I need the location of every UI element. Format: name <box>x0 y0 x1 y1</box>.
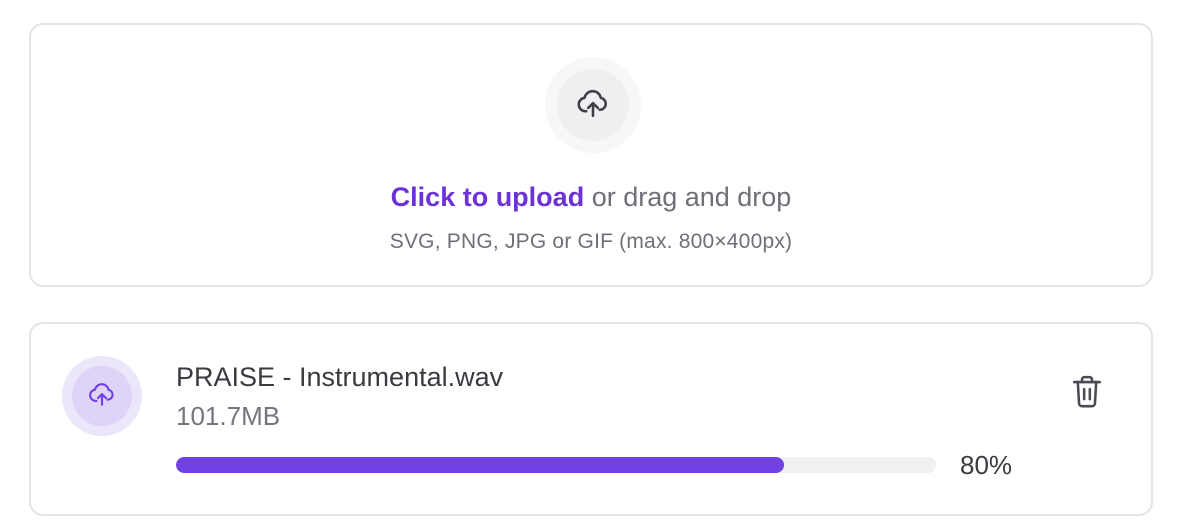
cloud-upload-icon <box>87 379 117 414</box>
file-dropzone[interactable]: Click to upload or drag and drop SVG, PN… <box>29 23 1153 287</box>
file-name: PRAISE - Instrumental.wav <box>176 362 504 392</box>
upload-icon-badge <box>545 57 641 153</box>
uploading-file-card: PRAISE - Instrumental.wav 101.7MB 80% <box>29 322 1153 516</box>
trash-icon <box>1070 373 1104 416</box>
file-size: 101.7MB <box>176 401 281 431</box>
upload-instruction: Click to upload or drag and drop <box>31 177 1151 217</box>
click-to-upload-link[interactable]: Click to upload <box>391 182 585 212</box>
upload-progress-percent: 80% <box>960 450 1013 480</box>
delete-file-button[interactable] <box>1065 372 1109 416</box>
drag-and-drop-text: or drag and drop <box>584 182 792 212</box>
upload-progress-fill <box>176 457 784 473</box>
file-icon-badge <box>62 356 142 436</box>
cloud-upload-icon <box>575 85 611 126</box>
file-type-hint: SVG, PNG, JPG or GIF (max. 800×400px) <box>389 230 793 253</box>
upload-progress-bar <box>176 457 936 473</box>
